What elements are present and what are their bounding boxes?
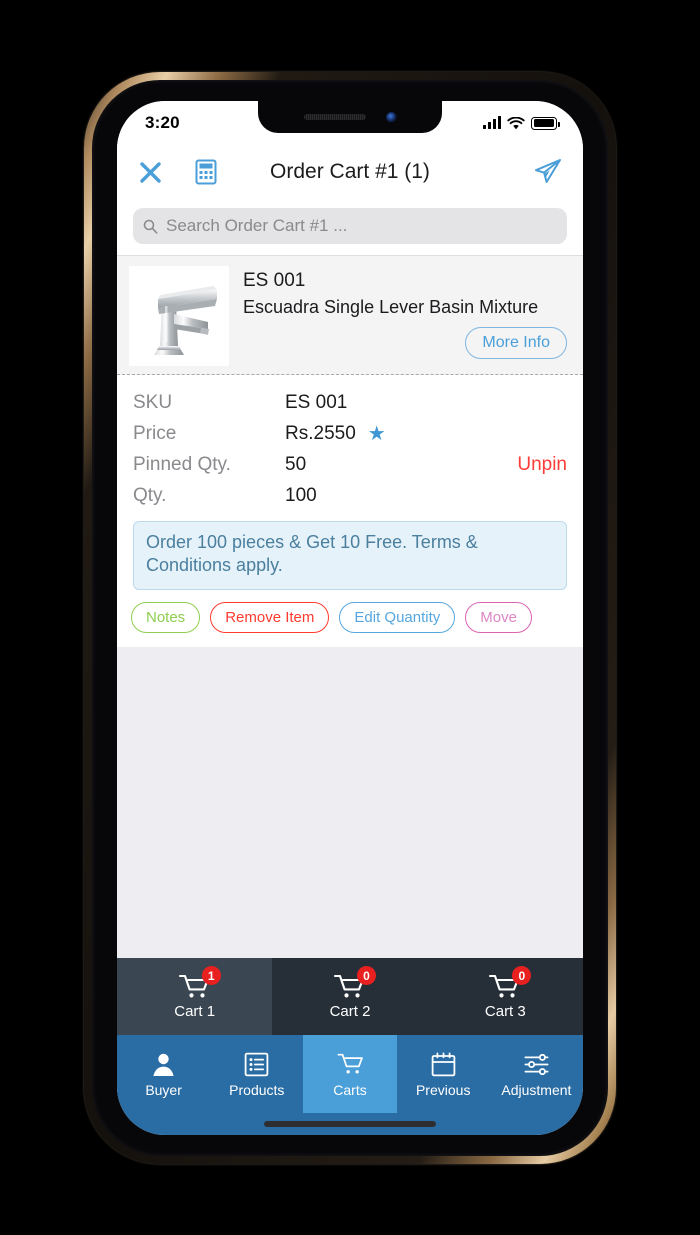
bottom-nav: Buyer Products Carts Previous Adjustment — [117, 1035, 583, 1113]
item-card: ES 001 Escuadra Single Lever Basin Mixtu… — [117, 256, 583, 375]
edit-quantity-button[interactable]: Edit Quantity — [339, 601, 456, 633]
status-icons — [483, 116, 560, 130]
cart-tab-label: Cart 3 — [484, 1003, 526, 1020]
move-button[interactable]: Move — [465, 601, 532, 633]
cart-badge: 1 — [201, 966, 221, 985]
item-detail-table: SKU ES 001 Price Rs.2550 ★ Pinned Qty. 5… — [117, 375, 583, 515]
empty-list-area — [117, 646, 583, 958]
item-action-row: Notes Remove Item Edit Quantity Move — [117, 589, 583, 647]
cart-tab-2[interactable]: 0 Cart 2 — [272, 958, 427, 1035]
nav-item-adjustment[interactable]: Adjustment — [490, 1035, 583, 1113]
status-time: 3:20 — [145, 113, 180, 132]
more-info-row: More Info — [243, 327, 567, 360]
nav-item-products[interactable]: Products — [210, 1035, 303, 1113]
home-indicator[interactable] — [264, 1121, 436, 1127]
cart-tab-label: Cart 2 — [329, 1003, 371, 1020]
search-icon — [143, 219, 158, 234]
notes-button[interactable]: Notes — [131, 601, 201, 633]
detail-label: Price — [133, 422, 177, 444]
search-bar[interactable]: Search Order Cart #1 ... — [117, 199, 583, 256]
nav-item-buyer[interactable]: Buyer — [117, 1035, 210, 1113]
item-name: Escuadra Single Lever Basin Mixture — [243, 297, 539, 317]
shopping-cart-icon: 1 — [178, 966, 221, 1000]
cart-tab-3[interactable]: 0 Cart 3 — [428, 958, 583, 1035]
star-icon[interactable]: ★ — [368, 421, 386, 446]
detail-value: 50 — [285, 453, 307, 475]
sliders-icon — [524, 1053, 549, 1075]
speaker-grille-icon — [303, 114, 366, 120]
item-text: ES 001 Escuadra Single Lever Basin Mixtu… — [243, 266, 567, 366]
shopping-cart-icon: 0 — [488, 966, 532, 1000]
shopping-cart-icon: 0 — [333, 966, 376, 1000]
item-sku-title: ES 001 — [243, 270, 306, 291]
calendar-icon — [431, 1052, 456, 1076]
shopping-cart-icon — [337, 1053, 363, 1073]
send-paper-plane-icon[interactable] — [533, 157, 563, 187]
cart-tab-label: Cart 1 — [174, 1003, 216, 1020]
search-input[interactable]: Search Order Cart #1 ... — [133, 208, 567, 244]
detail-label: SKU — [133, 391, 173, 413]
product-image-basin-mixer — [129, 266, 229, 366]
detail-value: Rs.2550 — [285, 422, 356, 444]
detail-row-qty: Qty. 100 — [133, 480, 567, 511]
page-title: Order Cart #1 (1) — [270, 160, 430, 183]
detail-row-pinned-qty: Pinned Qty. 50 Unpin — [133, 449, 567, 480]
front-camera-icon — [385, 111, 397, 123]
nav-item-label: Adjustment — [501, 1081, 572, 1098]
detail-value: ES 001 — [285, 391, 348, 413]
cart-tab-strip: 1 Cart 1 0 Cart 2 0 Cart 3 — [117, 958, 583, 1035]
nav-item-label: Previous — [415, 1081, 471, 1098]
notch — [258, 101, 442, 133]
nav-item-previous[interactable]: Previous — [397, 1035, 490, 1113]
detail-row-price: Price Rs.2550 ★ — [133, 418, 567, 449]
detail-label: Pinned Qty. — [133, 453, 231, 475]
signal-bars-icon — [483, 116, 501, 129]
search-placeholder: Search Order Cart #1 ... — [166, 216, 348, 235]
cart-badge: 0 — [512, 966, 532, 985]
remove-item-button[interactable]: Remove Item — [210, 601, 330, 633]
phone-screen: 3:20 Order Cart #1 (1) Search Order Cart… — [117, 101, 583, 1135]
battery-full-icon — [531, 116, 560, 130]
cart-badge: 0 — [356, 966, 376, 985]
list-icon — [244, 1052, 269, 1076]
cart-tab-1[interactable]: 1 Cart 1 — [117, 958, 273, 1035]
person-icon — [153, 1053, 174, 1076]
wifi-icon — [507, 116, 525, 129]
home-indicator-bar — [117, 1113, 583, 1135]
nav-header: Order Cart #1 (1) — [117, 145, 583, 199]
nav-item-label: Carts — [333, 1081, 367, 1098]
more-info-button[interactable]: More Info — [465, 327, 567, 360]
close-icon[interactable] — [137, 159, 171, 186]
detail-value: 100 — [285, 484, 317, 506]
phone-frame: 3:20 Order Cart #1 (1) Search Order Cart… — [84, 72, 616, 1164]
nav-item-label: Buyer — [145, 1081, 182, 1098]
calculator-icon[interactable] — [193, 159, 219, 185]
nav-item-carts[interactable]: Carts — [303, 1035, 397, 1113]
nav-item-label: Products — [229, 1081, 285, 1098]
unpin-button[interactable]: Unpin — [517, 454, 567, 476]
detail-label: Qty. — [133, 484, 167, 506]
promo-banner: Order 100 pieces & Get 10 Free. Terms & … — [133, 521, 567, 590]
promo-wrap: Order 100 pieces & Get 10 Free. Terms & … — [117, 515, 583, 590]
detail-row-sku: SKU ES 001 — [133, 387, 567, 418]
